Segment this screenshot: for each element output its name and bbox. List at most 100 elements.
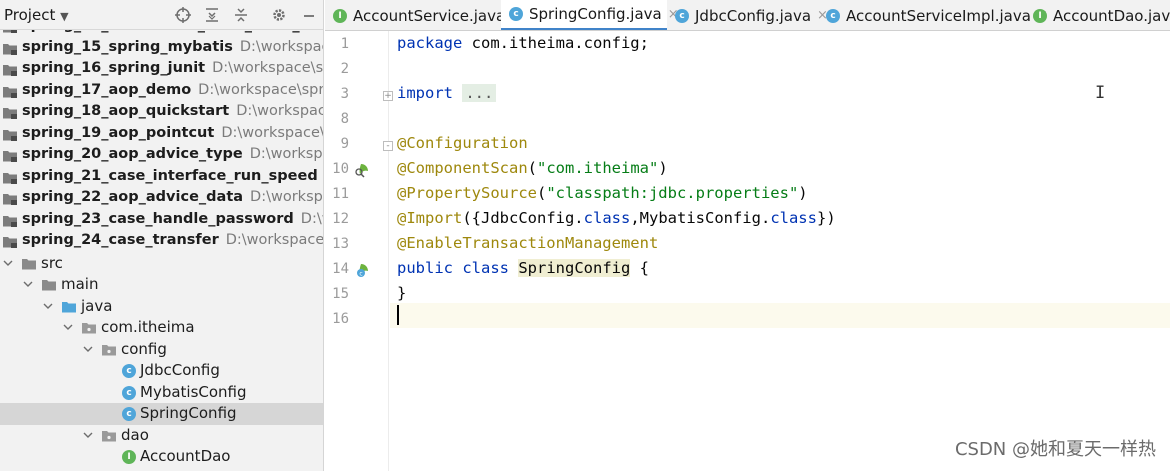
module-path: D:\workspace\sprin <box>221 124 324 141</box>
code-line[interactable]: public class SpringConfig { <box>397 259 649 277</box>
module-folder-icon <box>2 234 18 250</box>
text-caret <box>397 305 399 325</box>
java-class-icon: c <box>826 8 840 23</box>
spring-bean-class-icon[interactable]: c <box>353 263 369 279</box>
crosshair-icon[interactable] <box>172 4 194 26</box>
java-interface-icon: I <box>333 8 347 23</box>
chevron-down-icon[interactable] <box>63 321 73 333</box>
code-editor[interactable]: 1 2 3 8 9 10 11 12 13 14 15 16 c + - package com.ithei… <box>325 31 1170 471</box>
chevron-down-icon[interactable] <box>3 257 13 269</box>
tree-item[interactable]: com.itheima <box>0 317 323 339</box>
code-line[interactable]: @ComponentScan("com.itheima") <box>397 159 668 177</box>
editor-tab[interactable]: c JdbcConfig.java × <box>667 0 828 30</box>
tree-item[interactable]: dao <box>0 425 323 447</box>
chevron-down-icon[interactable] <box>83 343 93 355</box>
module-folder-icon <box>2 213 18 229</box>
java-class-icon: c <box>509 7 523 21</box>
java-class-icon: c <box>122 385 136 400</box>
annotation-token: @Configuration <box>397 134 528 152</box>
fold-expand-icon[interactable]: + <box>383 91 393 101</box>
line-number: 11 <box>332 186 349 202</box>
gear-icon[interactable] <box>268 4 290 26</box>
java-interface-icon: I <box>1033 8 1047 23</box>
editor-tab[interactable]: IAccountService.java× <box>325 0 522 30</box>
tree-item[interactable]: spring_19_aop_pointcut D:\workspace\sprin <box>0 124 324 146</box>
java-class-icon: c <box>122 407 136 421</box>
tree-item[interactable]: spring_23_case_handle_password D:\worksp <box>0 210 323 232</box>
folder-icon <box>21 256 37 272</box>
editor-tab[interactable]: cAccountServiceImpl.java× <box>818 0 1048 30</box>
editor-tab[interactable]: IAccountDao.java× <box>1025 0 1170 30</box>
java-interface-icon: I <box>122 450 136 464</box>
code-line[interactable]: @EnableTransactionManagement <box>397 234 658 252</box>
tree-item-label: main <box>61 275 99 293</box>
tree-item[interactable]: spring_21_case_interface_run_speedD:\wor… <box>0 167 323 189</box>
hide-icon[interactable] <box>298 4 320 26</box>
code-line[interactable]: package com.itheima.config; <box>397 34 649 52</box>
tab-label: AccountService.java <box>353 6 506 25</box>
keyword-token: class <box>583 209 631 227</box>
tree-item[interactable]: main <box>0 274 323 296</box>
chevron-down-icon[interactable] <box>23 278 33 290</box>
tree-item[interactable]: c SpringConfig <box>0 403 323 425</box>
tree-item[interactable]: spring_17_aop_demo D:\workspace\spring\s <box>0 81 323 103</box>
module-label: spring_17_aop_demo D:\workspace\spring\s <box>22 82 323 98</box>
code-line[interactable]: @Import({JdbcConfig.class,MybatisConfig.… <box>397 209 836 227</box>
module-path: D:\workspace\spring <box>225 232 324 248</box>
tree-item-label: SpringConfig <box>140 404 237 422</box>
folded-imports-placeholder[interactable]: ... <box>462 84 497 102</box>
code-token: com.itheima.config; <box>471 34 649 52</box>
tree-item[interactable]: src <box>0 253 323 275</box>
tree-item[interactable]: spring_22_aop_advice_data D:\workspace\sp <box>0 188 323 210</box>
code-line[interactable]: } <box>397 284 406 302</box>
editor-tab[interactable]: c SpringConfig.java × <box>501 0 679 30</box>
keyword-token: public class <box>397 259 519 277</box>
tree-item-label: JdbcConfig <box>140 361 220 379</box>
module-folder-icon <box>2 148 18 164</box>
tree-item[interactable]: c JdbcConfig <box>0 360 323 382</box>
module-path: D:\worksp <box>300 210 323 227</box>
tree-item[interactable]: I AccountDao <box>0 446 323 468</box>
module-name: spring_15_spring_mybatis <box>22 38 233 55</box>
module-folder-icon <box>2 127 18 143</box>
source-folder-icon <box>61 299 77 315</box>
code-token: ( <box>527 159 537 177</box>
module-name: spring_21_case_interface_run_speed <box>22 167 318 184</box>
keyword-token: import <box>397 84 463 102</box>
tree-item[interactable]: spring_20_aop_advice_type D:\workspace\sp <box>0 145 323 167</box>
line-number: 8 <box>340 111 349 127</box>
tree-item[interactable]: spring_18_aop_quickstart D:\workspace\spr… <box>0 102 323 124</box>
module-label: spring_23_case_handle_password D:\worksp <box>22 210 323 227</box>
code-token: SpringConfig <box>518 259 631 277</box>
code-line[interactable]: @Configuration <box>397 134 528 152</box>
code-line[interactable]: import ... <box>397 84 497 102</box>
module-name: spring_20_aop_advice_type <box>22 146 243 162</box>
tree-item[interactable]: spring_24_case_transfer D:\workspace\spri… <box>0 231 324 253</box>
module-folder-icon <box>2 41 18 57</box>
tree-item[interactable]: spring_15_spring_mybatis D:\workspace\spr <box>0 38 323 60</box>
fold-collapse-icon[interactable]: - <box>383 141 393 151</box>
chevron-down-icon[interactable] <box>43 300 53 312</box>
code-token: }) <box>816 209 836 227</box>
code-line[interactable]: @PropertySource("classpath:jdbc.properti… <box>397 184 808 202</box>
expand-all-icon[interactable] <box>201 4 223 26</box>
string-token: "classpath:jdbc.properties" <box>546 184 799 202</box>
tab-label: JdbcConfig.java <box>695 6 812 25</box>
module-folder-icon <box>2 191 18 207</box>
spring-bean-scan-icon[interactable] <box>353 163 369 179</box>
project-view-selector[interactable]: Project ▼ <box>4 6 69 24</box>
chevron-down-icon[interactable] <box>83 429 93 441</box>
collapse-all-icon[interactable] <box>230 4 252 26</box>
tree-item[interactable]: spring_16_spring_junit D:\workspace\sprin… <box>0 59 323 81</box>
tree-item[interactable]: java <box>0 296 323 318</box>
tree-item[interactable]: config <box>0 339 323 361</box>
module-name: spring_22_aop_advice_data <box>22 189 244 205</box>
package-icon <box>101 342 117 358</box>
tree-item[interactable]: c MybatisConfig <box>0 382 323 404</box>
module-folder-icon <box>2 105 18 121</box>
tab-label: AccountServiceImpl.java <box>846 6 1031 25</box>
java-class-icon: c <box>122 364 136 378</box>
java-class-icon: c <box>675 8 689 23</box>
module-label: spring_15_spring_mybatis D:\workspace\spr <box>22 38 323 55</box>
chevron-down-icon: ▼ <box>60 10 69 23</box>
